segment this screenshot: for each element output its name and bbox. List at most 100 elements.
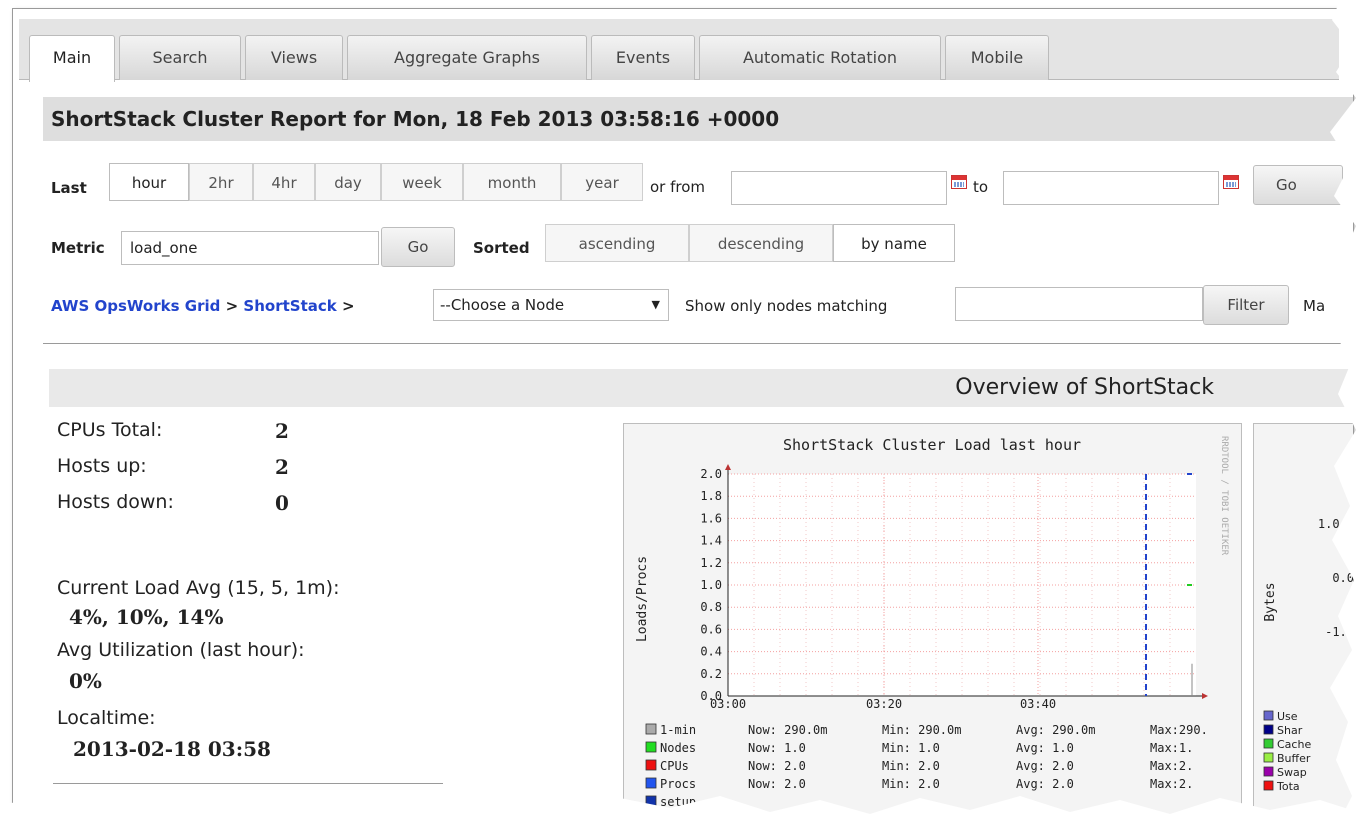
tab-automatic-rotation[interactable]: Automatic Rotation [699,35,941,80]
node-select[interactable]: --Choose a Node ▼ [433,289,669,321]
legend-name: CPUs [660,759,689,773]
cpus-total-label: CPUs Total: [57,419,163,441]
load-avg-label: Current Load Avg (15, 5, 1m): [57,577,340,599]
rrdtool-credit: RRDTOOL / TOBI OETIKER [1219,436,1229,556]
calendar-icon[interactable] [951,175,967,189]
range-year[interactable]: year [561,163,643,201]
legend-name: 1-min [660,723,696,737]
y-axis-label: Bytes [1263,582,1278,621]
x-tick-label: 03:00 [710,697,746,711]
range-4hr[interactable]: 4hr [253,163,315,201]
y-axis-label: Loads/Procs [635,556,650,642]
sort-ascending[interactable]: ascending [545,224,689,262]
legend-now: Now: 290.0m [748,723,827,737]
node-select-value: --Choose a Node [440,296,565,314]
overview-title: Overview of ShortStack [49,369,1349,407]
legend-swatch [1263,724,1274,735]
y-tick-label: 0.6 [700,622,722,636]
legend-swatch [1263,752,1274,763]
sort-by-name[interactable]: by name [833,224,955,262]
range-2hr[interactable]: 2hr [189,163,253,201]
divider [43,343,1353,344]
metric-go-button[interactable]: Go [381,227,455,267]
legend-max: Max:2. [1150,759,1193,773]
legend-min: Min: 290.0m [882,723,961,737]
memory-chart: Bytes 1.0 G 0.0 -1.0 UseSharCacheBufferSwapT… [1263,517,1354,793]
to-label-text: to [973,178,989,196]
trailing-text: Ma [1303,297,1326,315]
avg-util-value: 0% [69,669,102,693]
to-date-input[interactable] [1003,171,1219,205]
y-tick-label: 1.6 [700,511,722,525]
y-axis-arrow [725,464,731,470]
tab-aggregate-graphs[interactable]: Aggregate Graphs [347,35,587,80]
tab-search[interactable]: Search [119,35,241,80]
x-tick-label: 03:20 [866,697,902,711]
filter-label: Show only nodes matching [685,297,888,315]
breadcrumb-separator: > [225,297,239,315]
legend-name: Shar [1277,724,1303,737]
tab-events[interactable]: Events [591,35,695,80]
legend-name: Buffer [1277,752,1311,765]
y-tick-label: 1.0 G [1318,517,1354,531]
hosts-up-label: Hosts up: [57,455,147,477]
cluster-load-chart: ShortStack Cluster Load last hour Loads/P… [635,436,1229,809]
legend-swatch [645,795,657,807]
metric-input[interactable]: load_one [121,231,379,265]
legend-swatch [1263,710,1274,721]
range-month[interactable]: month [463,163,561,201]
sort-descending[interactable]: descending [689,224,833,262]
legend-max: Max:290. [1150,723,1208,737]
legend-avg: Avg: 2.0 [1016,777,1074,791]
filter-button[interactable]: Filter [1203,285,1289,325]
legend-name: setup [660,795,696,809]
range-day[interactable]: day [315,163,381,201]
avg-util-label: Avg Utilization (last hour): [57,639,305,661]
cluster-load-graph[interactable]: ShortStack Cluster Load last hour Loads/P… [623,423,1242,829]
legend-min: Min: 1.0 [882,741,940,755]
last-label: Last [51,179,87,197]
range-hour[interactable]: hour [109,163,189,201]
x-tick-label: 03:40 [1020,697,1056,711]
calendar-icon[interactable] [1223,175,1239,189]
legend-name: Tota [1276,780,1300,793]
y-tick-label: 2.0 [700,467,722,481]
legend-avg: Avg: 2.0 [1016,759,1074,773]
legend-swatch [645,759,657,771]
legend-now: Now: 1.0 [748,741,806,755]
breadcrumb-grid-link[interactable]: AWS OpsWorks Grid [51,297,220,315]
hosts-down-value: 0 [275,491,289,515]
legend-swatch [645,741,657,753]
legend-now: Now: 2.0 [748,759,806,773]
metric-label: Metric [51,239,105,257]
y-tick-label: 0.8 [700,600,722,614]
legend-avg: Avg: 290.0m [1016,723,1095,737]
tab-bar: Main Search Views Aggregate Graphs Event… [19,19,1339,82]
y-tick-label: 1.8 [700,489,722,503]
tab-mobile[interactable]: Mobile [945,35,1049,80]
range-week[interactable]: week [381,163,463,201]
hosts-down-label: Hosts down: [57,491,174,513]
memory-graph[interactable]: Bytes 1.0 G 0.0 -1.0 Use Shar Cache Buffer Swap T… [1253,423,1354,829]
legend-max: Max:1. [1150,741,1193,755]
y-tick-label: 0.4 [700,645,722,659]
range-go-button[interactable]: Go [1253,165,1343,205]
from-date-input[interactable] [731,171,947,205]
legend-swatch [1263,766,1274,777]
chart-title: ShortStack Cluster Load last hour [783,436,1081,454]
y-tick-label: 1.4 [700,534,722,548]
legend-swatch [645,723,657,735]
breadcrumb-cluster-link[interactable]: ShortStack [243,297,336,315]
y-tick-label: -1.0 [1325,625,1354,639]
legend-min: Min: 2.0 [882,777,940,791]
or-from-label: or from [650,178,706,196]
filter-input[interactable] [955,287,1203,321]
tab-views[interactable]: Views [245,35,343,80]
y-tick-label: 0.2 [700,667,722,681]
tab-main[interactable]: Main [29,35,115,82]
breadcrumb: AWS OpsWorks Grid > ShortStack > [51,297,355,315]
chevron-down-icon: ▼ [651,298,660,311]
legend-name: Cache [1277,738,1311,751]
legend-swatch [1263,780,1274,791]
stats-divider [53,783,443,784]
